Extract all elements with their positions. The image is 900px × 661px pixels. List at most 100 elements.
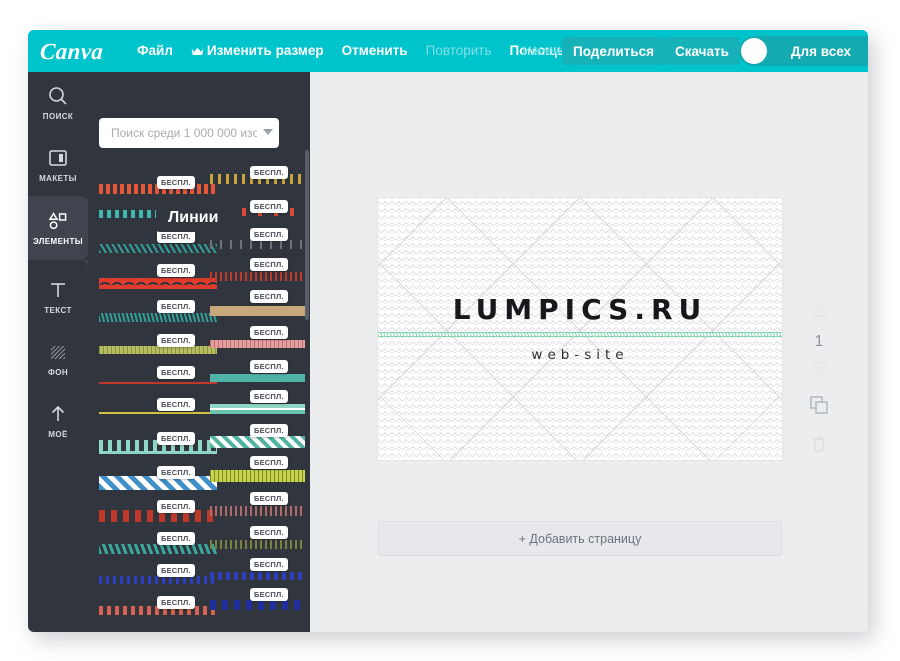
elements-icon — [47, 210, 69, 232]
element-thumbnail[interactable] — [210, 272, 305, 281]
element-thumbnail-graphic — [210, 240, 305, 249]
free-badge: БЕСПЛ. — [250, 258, 288, 271]
element-thumbnail[interactable] — [210, 540, 305, 549]
download-button[interactable]: Скачать — [664, 37, 740, 65]
element-thumbnail[interactable] — [210, 340, 305, 348]
free-badge: БЕСПЛ. — [250, 424, 288, 437]
menu-item-undo[interactable]: Отменить — [333, 30, 417, 72]
element-thumbnail[interactable] — [210, 572, 305, 580]
chevron-down-icon[interactable] — [263, 129, 273, 135]
search-field-wrap — [99, 118, 279, 148]
top-toolbar: Canva Файл Изменить размер Отменить Повт… — [28, 30, 868, 72]
trash-icon[interactable] — [811, 435, 827, 458]
design-subtitle[interactable]: web-site — [378, 347, 782, 363]
layouts-icon — [47, 147, 69, 169]
upload-icon — [47, 403, 69, 425]
free-badge: БЕСПЛ. — [157, 176, 195, 189]
free-badge: БЕСПЛ. — [157, 300, 195, 313]
free-badge: БЕСПЛ. — [250, 360, 288, 373]
page-number: 1 — [814, 333, 824, 350]
search-input[interactable] — [99, 118, 279, 148]
free-badge: БЕСПЛ. — [250, 228, 288, 241]
sidebar-item-layouts-label: МАКЕТЫ — [39, 174, 77, 183]
free-badge: БЕСПЛ. — [157, 564, 195, 577]
menu-item-resize[interactable]: Изменить размер — [182, 30, 333, 72]
free-badge: БЕСПЛ. — [157, 334, 195, 347]
element-thumbnail-graphic — [99, 380, 217, 386]
download-button-label: Скачать — [675, 43, 729, 59]
element-thumbnail[interactable] — [210, 306, 305, 316]
element-thumbnail-graphic — [210, 600, 305, 610]
element-thumbnail-graphic — [99, 576, 217, 584]
element-thumbnail-graphic — [210, 436, 305, 448]
free-badge: БЕСПЛ. — [250, 290, 288, 303]
element-thumbnail-graphic — [210, 404, 305, 414]
element-thumbnail[interactable] — [99, 313, 217, 322]
element-thumbnail-graphic — [99, 346, 217, 354]
element-thumbnail[interactable] — [99, 576, 217, 584]
sidebar-item-background[interactable]: ФОН — [28, 328, 88, 390]
element-thumbnail[interactable] — [210, 374, 305, 382]
element-thumbnail[interactable] — [99, 410, 217, 416]
free-badge: БЕСПЛ. — [157, 466, 195, 479]
avatar[interactable] — [741, 38, 767, 64]
free-badge: БЕСПЛ. — [250, 456, 288, 469]
menu-item-redo[interactable]: Повторить — [417, 30, 501, 72]
move-up-icon[interactable] — [810, 303, 828, 323]
background-icon — [47, 341, 69, 363]
move-down-icon[interactable] — [810, 361, 828, 380]
sidebar-item-search[interactable]: ПОИСК — [28, 72, 88, 134]
free-badge: БЕСПЛ. — [157, 432, 195, 445]
crown-icon — [191, 31, 204, 55]
design-divider-line[interactable] — [378, 332, 782, 337]
menu-item-resize-label: Изменить размер — [206, 43, 324, 58]
canva-logo[interactable]: Canva — [39, 39, 128, 64]
sidebar-item-background-label: ФОН — [47, 368, 69, 377]
search-icon — [47, 85, 69, 107]
element-thumbnail[interactable] — [210, 436, 305, 448]
sidebar-item-search-label: ПОИСК — [42, 112, 74, 121]
element-thumbnail[interactable] — [210, 600, 305, 610]
visibility-label: Для всех — [790, 43, 852, 59]
duplicate-icon[interactable] — [810, 396, 828, 419]
add-page-button[interactable]: + Добавить страницу — [378, 521, 782, 556]
element-thumbnail[interactable] — [210, 240, 305, 249]
free-badge: БЕСПЛ. — [250, 588, 288, 601]
sidebar-item-uploads[interactable]: МОЁ — [28, 390, 88, 452]
sidebar-item-elements[interactable]: ЭЛЕМЕНТЫ — [28, 196, 88, 260]
element-thumbnail-graphic — [210, 374, 305, 382]
element-thumbnail-graphic — [210, 470, 305, 482]
sidebar-item-text[interactable]: ТЕКСТ — [28, 266, 88, 328]
menu-item-file[interactable]: Файл — [128, 30, 182, 72]
menu-item-file-label: Файл — [137, 43, 173, 58]
free-badge: БЕСПЛ. — [250, 492, 288, 505]
panel-scrollbar[interactable] — [305, 150, 309, 320]
sidebar-item-uploads-label: МОЁ — [48, 430, 68, 439]
free-badge: БЕСПЛ. — [250, 526, 288, 539]
element-thumbnail-graphic — [99, 544, 217, 554]
element-thumbnail[interactable] — [99, 346, 217, 354]
element-thumbnail[interactable] — [99, 380, 217, 386]
visibility-pill[interactable]: Для всех — [739, 36, 868, 66]
active-tag-chip[interactable]: Линии — [156, 203, 231, 232]
element-thumbnail[interactable] — [99, 244, 217, 253]
element-thumbnail-graphic — [210, 540, 305, 549]
element-thumbnail[interactable] — [210, 506, 305, 516]
element-thumbnail-graphic — [99, 244, 217, 253]
element-thumbnail[interactable] — [99, 278, 217, 289]
sidebar-item-layouts[interactable]: МАКЕТЫ — [28, 134, 88, 196]
design-page[interactable]: LUMPICS.RU web-site — [378, 198, 782, 460]
element-thumbnail-graphic — [210, 306, 305, 316]
design-title[interactable]: LUMPICS.RU — [378, 293, 782, 326]
elements-panel: БЕСПЛ. БЕСПЛ. БЕСПЛ. БЕСПЛ. БЕСПЛ. БЕСПЛ. БЕСП… — [88, 72, 310, 632]
free-badge: БЕСПЛ. — [157, 366, 195, 379]
free-badge: БЕСПЛ. — [250, 166, 288, 179]
element-thumbnail[interactable] — [99, 544, 217, 554]
sidebar-item-text-label: ТЕКСТ — [44, 306, 72, 315]
canvas-stage: LUMPICS.RU web-site 1 + Добавить страниц… — [310, 72, 868, 632]
element-thumbnail[interactable] — [210, 404, 305, 414]
share-button[interactable]: Поделиться — [562, 37, 666, 65]
element-thumbnail[interactable] — [210, 470, 305, 482]
element-thumbnail-graphic — [210, 340, 305, 348]
free-badge: БЕСПЛ. — [157, 532, 195, 545]
